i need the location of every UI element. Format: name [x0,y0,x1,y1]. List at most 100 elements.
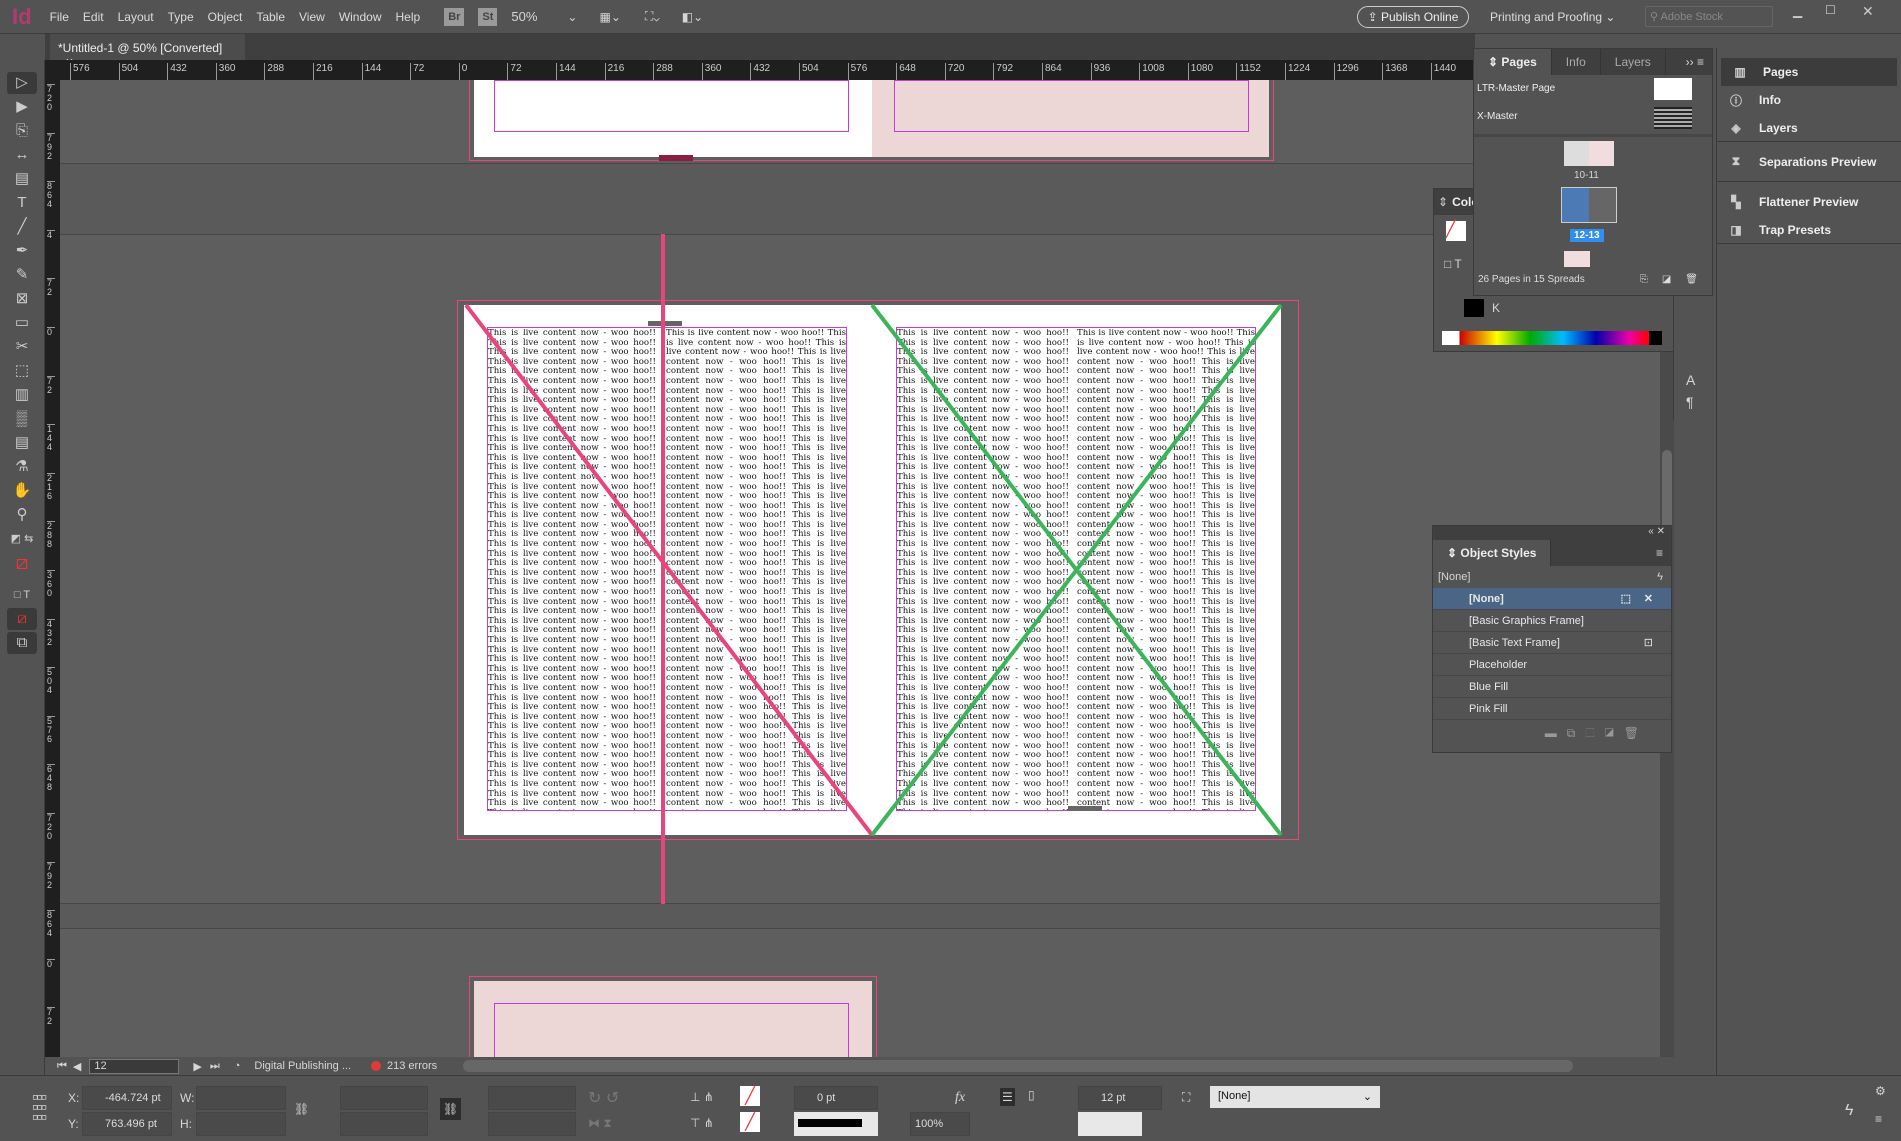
direct-selection-tool-icon[interactable]: ▶ [7,96,37,118]
content-collector-icon[interactable]: ▤ [7,168,37,190]
menu-view[interactable]: View [299,10,325,24]
rotate-icon[interactable]: ↻ ↺ [588,1088,619,1108]
spacing-field[interactable]: 12 pt [1078,1086,1162,1110]
rotation-field[interactable] [488,1086,576,1110]
character-icon[interactable]: A [1686,372,1715,388]
page-right[interactable] [872,80,1269,157]
page-tool-icon[interactable]: ⎘ [7,120,37,142]
vertical-ruler[interactable]: 720 792 864 4 72 0 72 144 216 288 360 432 504 576 648 7… [45,80,60,1057]
link-scale-icon[interactable]: ⛓ [440,1098,462,1120]
dock-trap-presets[interactable]: ◨ Trap Presets [1717,216,1901,244]
note-tool-icon[interactable]: ▤ [7,432,37,454]
fill-swatch[interactable]: ╱ [1446,221,1466,241]
select-container-icon[interactable]: ⊥ ⋔ [690,1090,714,1104]
dock-pages[interactable]: ▥ Pages [1721,58,1897,86]
shear-field[interactable] [488,1112,576,1136]
stock-button[interactable]: St [478,7,498,26]
text-wrap-icon[interactable]: ☰ [1000,1088,1015,1106]
spread-thumb[interactable] [1564,251,1590,267]
zoom-tool-icon[interactable]: ⚲ [7,504,37,526]
eyedropper-tool-icon[interactable]: ⚗ [7,456,37,478]
screen-mode-icon[interactable]: ⛶⌄ [645,9,660,24]
rectangle-tool-icon[interactable]: ▭ [7,312,37,334]
pencil-tool-icon[interactable]: ✎ [7,264,37,286]
menu-type[interactable]: Type [168,10,194,24]
close-panel-icon[interactable]: ✕ [1657,526,1665,537]
edit-page-size-icon[interactable]: ⎘ [1640,274,1648,285]
delete-page-icon[interactable]: 🗑 [1685,274,1698,285]
delete-style-icon[interactable]: 🗑 [1624,726,1649,740]
previous-page-button[interactable]: ◀ [73,1060,81,1073]
height-field[interactable] [196,1112,286,1136]
document-canvas[interactable]: This is live content now - woo hoo!! Thi… [60,80,1660,1057]
style-none[interactable]: [None] ⬚ ✕ [1433,588,1671,610]
new-page-icon[interactable]: ◪ [1662,274,1671,285]
gradient-swatch-tool-icon[interactable]: ▥ [7,384,37,406]
fill-swatch[interactable]: ╱ [740,1086,760,1106]
zoom-level[interactable]: 50% [511,9,567,24]
spread-top[interactable] [469,80,1274,161]
new-style-icon[interactable]: ◪ [1605,726,1624,740]
master-thumb[interactable] [1654,107,1692,129]
page-left[interactable] [474,80,872,161]
gear-icon[interactable]: ⚙ [1875,1084,1886,1098]
style-placeholder[interactable]: Placeholder [1433,654,1671,676]
hand-tool-icon[interactable]: ✋ [7,480,37,502]
x-field[interactable]: -464.724 pt [82,1086,172,1110]
color-spectrum[interactable] [1442,331,1662,345]
flip-icon[interactable]: ⧓ ⧗ [588,1116,612,1131]
style-basic-graphics-frame[interactable]: [Basic Graphics Frame] [1433,610,1671,632]
apply-none-icon[interactable]: ⧄ [7,608,37,630]
preflight-errors[interactable]: 213 errors [387,1060,437,1072]
master-thumb[interactable] [1654,78,1692,100]
menu-object[interactable]: Object [208,10,243,24]
text-formatting-icon[interactable]: □ T [1444,257,1462,271]
menu-edit[interactable]: Edit [83,10,104,24]
bridge-button[interactable]: Br [444,7,465,26]
collapse-icon[interactable]: ⇕ [1438,195,1448,209]
object-style-dropdown[interactable]: [None] ⌄ [1210,1086,1380,1108]
style-blue-fill[interactable]: Blue Fill [1433,676,1671,698]
formatting-container-icon[interactable]: □ T [7,584,37,606]
publish-online-button[interactable]: ⇪ Publish Online [1357,6,1469,28]
opacity-field[interactable]: 100% [910,1112,970,1136]
menu-window[interactable]: Window [339,10,382,24]
arrange-documents-icon[interactable]: ◧⌄ [682,10,703,24]
style-pink-fill[interactable]: Pink Fill [1433,698,1671,720]
master-ltr[interactable]: LTR-Master Page [1477,83,1555,94]
style-basic-text-frame[interactable]: [Basic Text Frame] ⊡ [1433,632,1671,654]
selection-tool-icon[interactable]: ▷ [7,72,37,94]
horizontal-scrollbar[interactable] [463,1060,1574,1072]
master-x[interactable]: X-Master [1477,111,1518,122]
lightning-icon[interactable]: ϟ [1657,566,1663,588]
constrain-proportions-icon[interactable]: ⛓ [294,1102,309,1116]
minimize-button[interactable]: ▁ [1793,4,1802,18]
menu-help[interactable]: Help [396,10,421,24]
gap-tool-icon[interactable]: ↔ [7,144,37,166]
lightning-icon[interactable]: ϟ [1845,1102,1853,1120]
page-left[interactable] [474,981,872,1057]
free-transform-tool-icon[interactable]: ⬚ [7,360,37,382]
dock-layers[interactable]: ◈ Layers [1717,114,1901,142]
stroke-type-dropdown[interactable] [794,1112,878,1136]
screen-mode-icon[interactable]: ⧉ [7,632,37,654]
maximize-button[interactable]: ☐ [1825,3,1836,17]
align-icon[interactable]: ▯ [1028,1088,1035,1102]
effects-icon[interactable]: fx [955,1090,965,1106]
width-field[interactable] [196,1086,286,1110]
frame-fitting-dropdown[interactable] [1078,1112,1142,1136]
chevron-down-icon[interactable]: ⌄ [567,10,577,24]
menu-file[interactable]: File [50,10,69,24]
adobe-stock-search[interactable]: ⚲ Adobe Stock [1645,6,1773,27]
tab-layers[interactable]: Layers [1601,49,1666,75]
type-tool-icon[interactable]: T [7,192,37,214]
panel-menu-icon[interactable]: ›› ≡ [1686,55,1704,69]
document-tab[interactable]: *Untitled-1 @ 50% [Converted] × [50,34,245,69]
tab-info[interactable]: Info [1552,49,1601,75]
view-options-icon[interactable]: ▦⌄ [599,10,620,24]
spread-bottom[interactable] [469,976,877,1057]
spread-main[interactable]: This is live content now - woo hoo!! Thi… [457,300,1299,840]
scale-y-field[interactable] [340,1112,428,1136]
vertical-guide[interactable] [661,234,665,904]
line-tool-icon[interactable]: ╱ [7,216,37,238]
